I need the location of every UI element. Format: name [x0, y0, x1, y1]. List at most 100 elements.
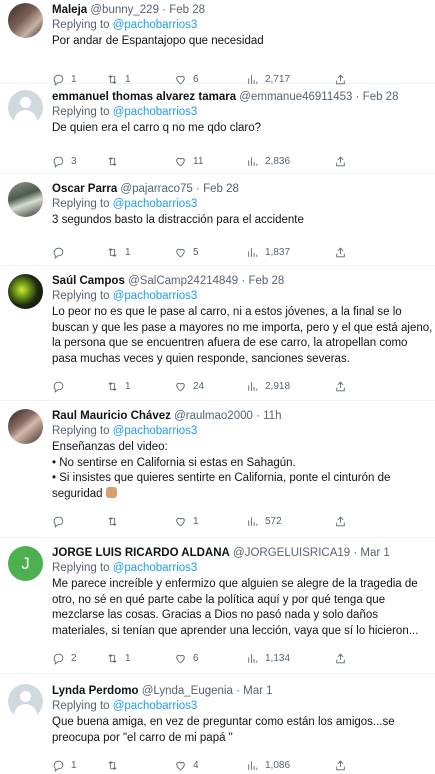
retweet-icon — [108, 157, 117, 166]
replying-to-handle[interactable]: @pachobarrios3 — [113, 19, 198, 31]
retweet-button[interactable]: 1 — [106, 652, 174, 665]
timestamp[interactable]: Feb 28 — [203, 183, 239, 195]
display-name[interactable]: JORGE LUIS RICARDO ALDANA — [52, 547, 230, 559]
avatar[interactable] — [8, 684, 43, 719]
avatar[interactable] — [8, 90, 43, 125]
user-handle[interactable]: @Lynda_Eugenia — [142, 685, 233, 697]
share-button[interactable] — [334, 246, 354, 259]
avatar[interactable]: J — [8, 546, 43, 581]
share-icon — [336, 516, 345, 526]
share-button[interactable] — [334, 759, 354, 772]
share-button[interactable] — [334, 155, 354, 168]
share-icon — [336, 156, 345, 167]
heart-icon — [176, 654, 185, 663]
like-button[interactable]: 1 — [174, 515, 246, 528]
timestamp[interactable]: Mar 1 — [243, 685, 272, 697]
display-name[interactable]: emmanuel thomas alvarez tamara — [52, 91, 236, 103]
reply-button[interactable]: 1 — [52, 759, 106, 772]
reply-tweet[interactable]: Oscar Parra @pajarraco75 · Feb 28 Replyi… — [0, 174, 435, 266]
retweet-button[interactable]: 1 — [106, 246, 174, 259]
replying-to-handle[interactable]: @pachobarrios3 — [113, 562, 198, 574]
avatar[interactable] — [8, 409, 43, 444]
views-button[interactable]: 572 — [246, 515, 334, 528]
retweet-icon — [108, 516, 117, 526]
user-handle[interactable]: @pajarraco75 — [120, 183, 192, 195]
share-icon — [336, 760, 345, 770]
reply-tweet[interactable]: Maleja @bunny_229 · Feb 28 Replying to @… — [0, 0, 435, 86]
share-button[interactable] — [334, 515, 354, 528]
retweet-icon — [108, 248, 117, 257]
analytics-icon — [248, 760, 258, 770]
reply-button[interactable]: 2 — [52, 652, 106, 665]
reply-button[interactable] — [52, 380, 106, 393]
action-bar: 1 5 1,837 — [52, 240, 425, 266]
tweet-text: Me parece increíble y enfermizo que algu… — [52, 578, 419, 637]
share-button[interactable] — [334, 380, 354, 393]
retweet-icon — [108, 381, 117, 391]
reply-tweet[interactable]: emmanuel thomas alvarez tamara @emmanue4… — [0, 84, 435, 174]
avatar[interactable] — [8, 274, 43, 309]
replying-to-handle[interactable]: @pachobarrios3 — [113, 106, 198, 118]
user-handle[interactable]: @JORGELUISRICA19 — [233, 547, 350, 559]
like-button[interactable]: 6 — [174, 652, 246, 665]
reply-icon — [53, 653, 64, 665]
tweet-text: Lo peor no es que le pase al carro, ni a… — [52, 306, 433, 365]
views-button[interactable]: 1,134 — [246, 652, 334, 665]
person-emoji-icon — [105, 486, 117, 498]
reply-tweet[interactable]: Saúl Campos @SalCamp24214849 · Feb 28 Re… — [0, 266, 435, 401]
timestamp[interactable]: Feb 28 — [248, 275, 284, 287]
views-button[interactable]: 2,836 — [246, 155, 334, 168]
display-name[interactable]: Maleja — [52, 4, 87, 16]
like-button[interactable]: 11 — [174, 155, 246, 168]
heart-icon — [176, 248, 185, 258]
views-button[interactable]: 1,086 — [246, 759, 334, 772]
retweet-button[interactable] — [106, 155, 174, 168]
display-name[interactable]: Oscar Parra — [52, 183, 117, 195]
reply-button[interactable]: 3 — [52, 155, 106, 168]
avatar[interactable] — [8, 3, 43, 38]
user-handle[interactable]: @SalCamp24214849 — [128, 275, 238, 287]
reply-tweet[interactable]: J JORGE LUIS RICARDO ALDANA @JORGELUISRI… — [0, 538, 435, 674]
replying-to: Replying to @pachobarrios3 — [52, 19, 198, 31]
replies-timeline: Maleja @bunny_229 · Feb 28 Replying to @… — [0, 0, 435, 774]
reply-tweet[interactable]: Lynda Perdomo @Lynda_Eugenia · Mar 1 Rep… — [0, 674, 435, 774]
views-button[interactable]: 2,918 — [246, 380, 334, 393]
replying-to-handle[interactable]: @pachobarrios3 — [113, 700, 198, 712]
replying-to-handle[interactable]: @pachobarrios3 — [113, 290, 198, 302]
share-button[interactable] — [334, 652, 354, 665]
user-handle[interactable]: @emmanue46911453 — [239, 91, 352, 103]
replying-to-handle[interactable]: @pachobarrios3 — [113, 425, 198, 437]
tweet-text: Por andar de Espantajopo que necesidad — [52, 35, 264, 47]
replying-to: Replying to @pachobarrios3 — [52, 290, 198, 302]
reply-tweet[interactable]: Raul Mauricio Chávez @raulmao2000 · 11h … — [0, 401, 435, 538]
retweet-icon — [108, 653, 117, 663]
display-name[interactable]: Lynda Perdomo — [52, 685, 138, 697]
like-button[interactable]: 5 — [174, 246, 246, 259]
display-name[interactable]: Raul Mauricio Chávez — [52, 410, 171, 422]
action-bar: 1 24 2,918 — [52, 373, 425, 399]
user-handle[interactable]: @raulmao2000 — [174, 410, 253, 422]
timestamp[interactable]: Mar 1 — [360, 547, 389, 559]
replying-to: Replying to @pachobarrios3 — [52, 562, 198, 574]
reply-icon — [53, 156, 64, 168]
replying-to: Replying to @pachobarrios3 — [52, 425, 198, 437]
timestamp[interactable]: Feb 28 — [363, 91, 399, 103]
like-button[interactable]: 24 — [174, 380, 246, 393]
user-handle[interactable]: @bunny_229 — [90, 4, 159, 16]
like-button[interactable]: 4 — [174, 759, 246, 772]
retweet-button[interactable] — [106, 759, 174, 772]
timestamp[interactable]: 11h — [263, 410, 281, 422]
tweet-text: 3 segundos basto la distracción para el … — [52, 214, 304, 226]
display-name[interactable]: Saúl Campos — [52, 275, 125, 287]
reply-button[interactable] — [52, 515, 106, 528]
reply-button[interactable] — [52, 246, 106, 259]
reply-icon — [53, 760, 64, 772]
retweet-button[interactable]: 1 — [106, 380, 174, 393]
avatar[interactable] — [8, 182, 43, 217]
views-button[interactable]: 1,837 — [246, 246, 334, 259]
tweet-text: De quien era el carro q no me qdo claro? — [52, 122, 262, 134]
timestamp[interactable]: Feb 28 — [169, 4, 205, 16]
replying-to-handle[interactable]: @pachobarrios3 — [113, 198, 198, 210]
heart-icon — [176, 761, 185, 770]
retweet-button[interactable] — [106, 515, 174, 528]
